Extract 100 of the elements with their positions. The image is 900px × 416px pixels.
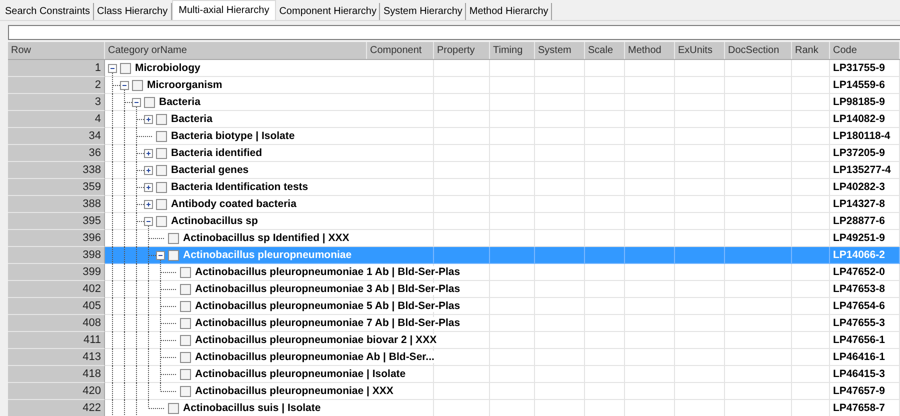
expand-icon[interactable] (144, 114, 153, 124)
checkbox[interactable] (120, 62, 131, 74)
column-header[interactable]: Row (8, 42, 105, 59)
code-cell: LP47655-3 (830, 315, 900, 332)
row-number: 359 (8, 179, 105, 196)
code-cell: LP46415-3 (830, 366, 900, 383)
code-cell: LP14082-9 (830, 111, 900, 128)
table-row[interactable]: 396 Actinobacillus sp Identified | XXX LP49251-9 (8, 230, 900, 247)
checkbox[interactable] (180, 368, 191, 380)
table-row[interactable]: 418 Actinobacillus pleuropneumoniae | Isolate LP46415-3 (8, 366, 900, 383)
code-cell: LP37205-9 (830, 145, 900, 162)
checkbox[interactable] (156, 114, 167, 124)
code-cell: LP98185-9 (830, 94, 900, 111)
code-cell: LP28877-6 (830, 213, 900, 230)
expand-icon[interactable] (144, 200, 153, 208)
expand-icon[interactable] (144, 182, 153, 192)
checkbox[interactable] (132, 80, 143, 90)
checkbox[interactable] (168, 250, 179, 260)
row-number: 388 (8, 196, 105, 213)
table-row[interactable]: 4 Bacteria LP14082-9 (8, 111, 900, 128)
table-row[interactable]: 388 Antibody coated bacteria LP14327-8 (8, 196, 900, 213)
checkbox[interactable] (156, 148, 167, 158)
category-name: Bacteria (159, 96, 202, 108)
code-cell: LP14327-8 (830, 196, 900, 213)
row-number: 2 (8, 77, 105, 94)
table-row[interactable]: 413 Actinobacillus pleuropneumoniae Ab | Bld-Ser... LP46416-1 (8, 349, 900, 366)
checkbox[interactable] (180, 334, 191, 346)
checkbox[interactable] (180, 386, 191, 396)
code-cell: LP46416-1 (830, 349, 900, 366)
table-row[interactable]: 399 Actinobacillus pleuropneumoniae 1 Ab | Bld-Ser-Plas LP47652-0 (8, 264, 900, 281)
column-header[interactable]: Component (367, 42, 434, 59)
row-number: 399 (8, 264, 105, 281)
collapse-icon[interactable] (120, 80, 129, 90)
checkbox[interactable] (144, 96, 155, 108)
column-header[interactable]: System (535, 42, 585, 59)
table-row[interactable]: 395 Actinobacillus sp LP28877-6 (8, 213, 900, 230)
collapse-icon[interactable] (108, 64, 117, 72)
code-cell: LP47652-0 (830, 264, 900, 281)
table-row[interactable]: 411 Actinobacillus pleuropneumoniae biovar 2 | XXX LP47656-1 (8, 332, 900, 349)
table-row[interactable]: 3 Bacteria LP98185-9 (8, 94, 900, 111)
row-number: 402 (8, 281, 105, 298)
column-header[interactable]: Scale (585, 42, 625, 59)
checkbox[interactable] (156, 182, 167, 192)
row-number: 1 (8, 60, 105, 77)
checkbox[interactable] (168, 232, 179, 244)
search-field[interactable] (8, 25, 900, 40)
collapse-icon[interactable] (156, 250, 165, 260)
column-header[interactable]: Property (434, 42, 490, 59)
table-row[interactable]: 405 Actinobacillus pleuropneumoniae 5 Ab | Bld-Ser-Plas LP47654-6 (8, 298, 900, 315)
expand-icon[interactable] (144, 166, 153, 174)
row-number: 395 (8, 213, 105, 230)
column-header[interactable]: DocSection (725, 42, 792, 59)
category-name: Bacteria identified (171, 147, 264, 159)
code-cell: LP47656-1 (830, 332, 900, 349)
tab[interactable]: Multi-axial Hierarchy (172, 0, 276, 20)
table-row[interactable]: 2 Microorganism LP14559-6 (8, 77, 900, 94)
row-number: 413 (8, 349, 105, 366)
column-header[interactable]: Rank (792, 42, 830, 59)
table-row[interactable]: 359 Bacteria Identification tests LP40282-3 (8, 179, 900, 196)
checkbox[interactable] (156, 198, 167, 210)
table-row[interactable]: 1 Microbiology LP31755-9 (8, 60, 900, 77)
collapse-icon[interactable] (132, 98, 141, 106)
collapse-icon[interactable] (144, 216, 153, 226)
category-name: Actinobacillus pleuropneumoniae | XXX (195, 385, 396, 397)
expand-icon[interactable] (144, 148, 153, 158)
checkbox[interactable] (180, 300, 191, 312)
category-name: Bacteria biotype | Isolate (171, 130, 297, 142)
table-row[interactable]: 36 Bacteria identified LP37205-9 (8, 145, 900, 162)
table-row[interactable]: 420 Actinobacillus pleuropneumoniae | XXX LP47657-9 (8, 383, 900, 400)
row-number: 4 (8, 111, 105, 128)
checkbox[interactable] (180, 284, 191, 294)
code-cell: LP47658-7 (830, 400, 900, 416)
column-header[interactable]: Timing (490, 42, 535, 59)
code-cell: LP49251-9 (830, 230, 900, 247)
row-number: 405 (8, 298, 105, 315)
category-name: Actinobacillus pleuropneumoniae 3 Ab | Bld-Ser-Plas (195, 283, 462, 295)
table-row[interactable]: 408 Actinobacillus pleuropneumoniae 7 Ab | Bld-Ser-Plas LP47655-3 (8, 315, 900, 332)
category-name: Bacteria (171, 113, 214, 125)
row-number: 3 (8, 94, 105, 111)
column-header[interactable]: Code (830, 42, 900, 59)
table-row[interactable]: 422 Actinobacillus suis | Isolate LP47658-7 (8, 400, 900, 416)
table-row[interactable]: 34 Bacteria biotype | Isolate LP180118-4 (8, 128, 900, 145)
category-name: Bacterial genes (171, 164, 251, 176)
table-row[interactable]: 398 Actinobacillus pleuropneumoniae LP14066-2 (8, 247, 900, 264)
checkbox[interactable] (180, 352, 191, 362)
checkbox[interactable] (156, 216, 167, 226)
category-name: Actinobacillus pleuropneumoniae biovar 2 | XXX (195, 334, 439, 346)
column-header[interactable]: Category orName (105, 42, 367, 59)
category-name: Microorganism (147, 79, 224, 91)
table-row[interactable]: 338 Bacterial genes LP135277-4 (8, 162, 900, 179)
column-header[interactable]: ExUnits (675, 42, 725, 59)
code-cell: LP14559-6 (830, 77, 900, 94)
checkbox[interactable] (156, 130, 167, 142)
checkbox[interactable] (168, 402, 179, 414)
table-row[interactable]: 402 Actinobacillus pleuropneumoniae 3 Ab | Bld-Ser-Plas LP47653-8 (8, 281, 900, 298)
checkbox[interactable] (180, 266, 191, 278)
checkbox[interactable] (156, 164, 167, 176)
category-name: Actinobacillus sp Identified | XXX (183, 232, 352, 244)
column-header[interactable]: Method (625, 42, 675, 59)
checkbox[interactable] (180, 318, 191, 328)
